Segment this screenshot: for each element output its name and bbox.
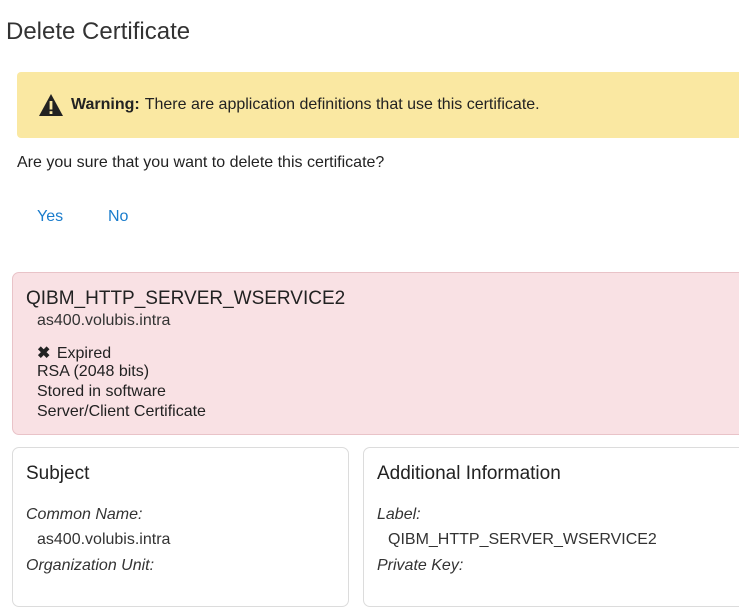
certificate-name: QIBM_HTTP_SERVER_WSERVICE2 — [26, 288, 346, 309]
page-title: Delete Certificate — [6, 18, 191, 45]
warning-label: Warning: — [71, 96, 140, 113]
warning-alert: Warning: There are application definitio… — [17, 72, 739, 138]
certificate-status: ✖ Expired — [37, 343, 111, 363]
certificate-storage: Stored in software — [37, 383, 166, 400]
subject-field-label: Organization Unit: — [26, 557, 155, 574]
warning-message: There are application definitions that u… — [144, 96, 540, 113]
yes-button[interactable]: Yes — [37, 208, 63, 226]
certificate-status-text: Expired — [56, 345, 112, 362]
no-button[interactable]: No — [108, 208, 128, 226]
certificate-type: Server/Client Certificate — [37, 403, 206, 420]
subject-title: Subject — [26, 463, 90, 484]
additional-field-label: Private Key: — [377, 557, 464, 574]
additional-field-value: QIBM_HTTP_SERVER_WSERVICE2 — [388, 531, 657, 548]
warning-triangle-icon — [38, 93, 64, 117]
certificate-host: as400.volubis.intra — [37, 312, 171, 329]
subject-card: Subject Common Name: as400.volubis.intra… — [12, 447, 349, 607]
certificate-algorithm: RSA (2048 bits) — [37, 363, 150, 380]
subject-field-value: as400.volubis.intra — [37, 531, 171, 548]
certificate-summary: QIBM_HTTP_SERVER_WSERVICE2 as400.volubis… — [12, 272, 739, 435]
confirm-question: Are you sure that you want to delete thi… — [17, 154, 385, 171]
additional-info-card: Additional Information Label: QIBM_HTTP_… — [363, 447, 739, 607]
subject-field-label: Common Name: — [26, 506, 143, 523]
additional-info-title: Additional Information — [377, 463, 561, 484]
additional-field-label: Label: — [377, 506, 421, 523]
x-mark-icon: ✖ — [37, 345, 51, 362]
